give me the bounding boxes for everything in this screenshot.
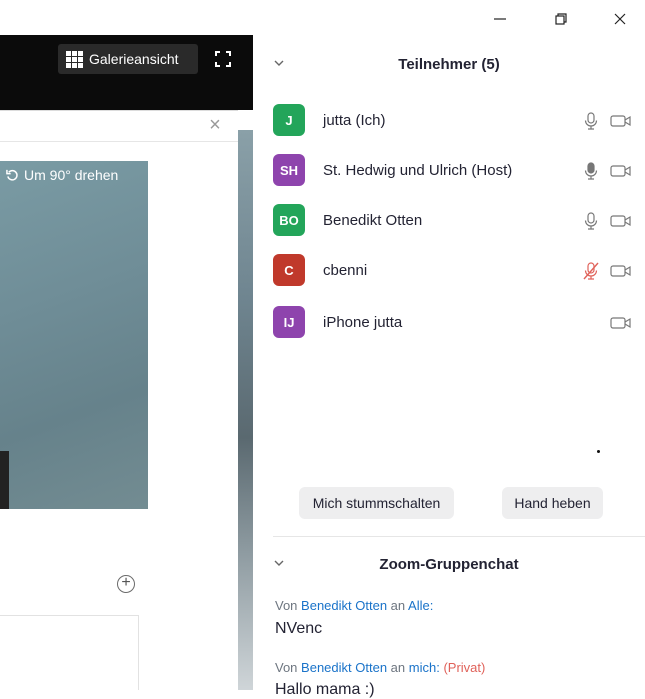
close-icon[interactable]: × <box>205 115 225 135</box>
window-close-button[interactable] <box>609 8 631 30</box>
chevron-down-icon[interactable] <box>273 557 285 569</box>
chat-recipient-link[interactable]: mich: <box>409 660 440 675</box>
participant-row[interactable]: C cbenni <box>273 245 645 295</box>
panel-input-box[interactable] <box>0 615 139 690</box>
gallery-view-label: Galerieansicht <box>89 51 179 67</box>
settings-panel: × Um 90° drehen + <box>0 110 238 690</box>
chat-title: Zoom-Gruppenchat <box>379 555 519 573</box>
fullscreen-icon[interactable] <box>215 51 231 67</box>
video-camera-icon[interactable] <box>610 163 632 179</box>
participant-row[interactable]: SH St. Hedwig und Ulrich (Host) <box>273 145 645 195</box>
video-camera-icon[interactable] <box>610 315 632 331</box>
chat-message-text: NVenc <box>275 620 323 637</box>
chat-message-meta: Von Benedikt Otten an Alle: <box>275 598 434 613</box>
rotate-label: Um 90° drehen <box>24 167 119 183</box>
gallery-view-button[interactable]: Galerieansicht <box>58 44 198 74</box>
avatar: BO <box>273 204 305 236</box>
grid-icon <box>66 50 83 68</box>
chat-recipient-link[interactable]: Alle: <box>408 598 433 613</box>
chat-message-meta: Von Benedikt Otten an mich: (Privat) <box>275 660 486 675</box>
participant-name: jutta (Ich) <box>323 111 386 129</box>
participant-name: iPhone jutta <box>323 313 403 331</box>
add-icon[interactable]: + <box>117 575 135 593</box>
chat-sender-link[interactable]: Benedikt Otten <box>301 598 387 613</box>
preview-shadow <box>0 451 9 509</box>
participant-row[interactable]: J jutta (Ich) <box>273 95 645 145</box>
chat-header[interactable]: Zoom-Gruppenchat <box>253 545 645 583</box>
cursor-dot <box>597 450 600 453</box>
participant-name: cbenni <box>323 261 368 279</box>
close-icon <box>614 13 626 25</box>
microphone-icon[interactable] <box>583 162 599 180</box>
participant-name: Benedikt Otten <box>323 211 423 229</box>
private-badge: (Privat) <box>443 660 486 675</box>
panel-divider <box>0 141 238 142</box>
participant-row[interactable]: IJ iPhone jutta <box>273 297 645 347</box>
side-panel: Teilnehmer (5) J jutta (Ich) SH St. Hedw… <box>253 35 645 698</box>
chat-sender-link[interactable]: Benedikt Otten <box>301 660 387 675</box>
rotate-button[interactable]: Um 90° drehen <box>6 167 118 183</box>
video-camera-icon[interactable] <box>610 263 632 279</box>
avatar: IJ <box>273 306 305 338</box>
restore-icon <box>555 13 567 25</box>
avatar: SH <box>273 154 305 186</box>
section-divider <box>273 536 645 537</box>
microphone-icon[interactable] <box>583 212 599 230</box>
video-area: Galerieansicht × Um 90° drehen + <box>0 0 253 690</box>
avatar: J <box>273 104 305 136</box>
participants-title: Teilnehmer (5) <box>398 55 500 73</box>
microphone-muted-icon[interactable] <box>583 262 599 280</box>
participant-row[interactable]: BO Benedikt Otten <box>273 195 645 245</box>
chat-message-text: Hallo mama :) <box>275 681 375 698</box>
participant-name: St. Hedwig und Ulrich (Host) <box>323 161 513 179</box>
participant-video-strip <box>238 130 253 690</box>
chevron-down-icon[interactable] <box>273 57 285 69</box>
raise-hand-button[interactable]: Hand heben <box>502 487 603 519</box>
minimize-button[interactable] <box>489 8 511 30</box>
restore-button[interactable] <box>550 8 572 30</box>
rotate-icon <box>6 169 18 181</box>
camera-preview: Um 90° drehen <box>0 161 148 509</box>
avatar: C <box>273 254 305 286</box>
mute-me-button[interactable]: Mich stummschalten <box>299 487 454 519</box>
microphone-icon[interactable] <box>583 112 599 130</box>
video-camera-icon[interactable] <box>610 213 632 229</box>
minimize-icon <box>494 18 506 20</box>
video-camera-icon[interactable] <box>610 113 632 129</box>
participants-header[interactable]: Teilnehmer (5) <box>253 45 645 83</box>
